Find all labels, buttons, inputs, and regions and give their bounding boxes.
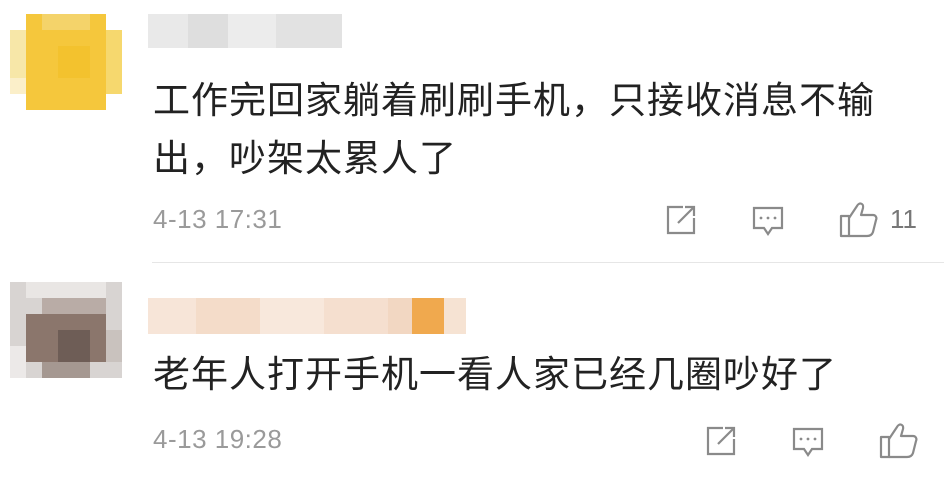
comment-timestamp: 4-13 19:28 (153, 424, 283, 454)
like-count: 11 (890, 204, 917, 234)
thumbs-up-icon[interactable] (838, 198, 880, 240)
comment-timestamp: 4-13 17:31 (153, 204, 283, 234)
share-icon[interactable] (703, 423, 739, 459)
avatar[interactable] (10, 14, 122, 110)
username-blurred[interactable] (148, 298, 466, 334)
comment-icon[interactable] (791, 425, 825, 459)
comment-text: 老年人打开手机一看人家已经几圈吵好了 (153, 353, 837, 396)
comment-text: 工作完回家躺着刷刷手机，只接收消息不输出，吵架太累人了 (153, 79, 875, 180)
share-icon[interactable] (663, 202, 699, 238)
comment-icon[interactable] (751, 204, 785, 238)
comment-item: 工作完回家躺着刷刷手机，只接收消息不输出，吵架太累人了 4-13 17:31 1… (0, 0, 944, 262)
thumbs-up-icon[interactable] (878, 419, 920, 461)
avatar[interactable] (10, 282, 122, 378)
username-blurred[interactable] (148, 14, 342, 48)
comment-item: 老年人打开手机一看人家已经几圈吵好了 4-13 19:28 (0, 263, 944, 478)
